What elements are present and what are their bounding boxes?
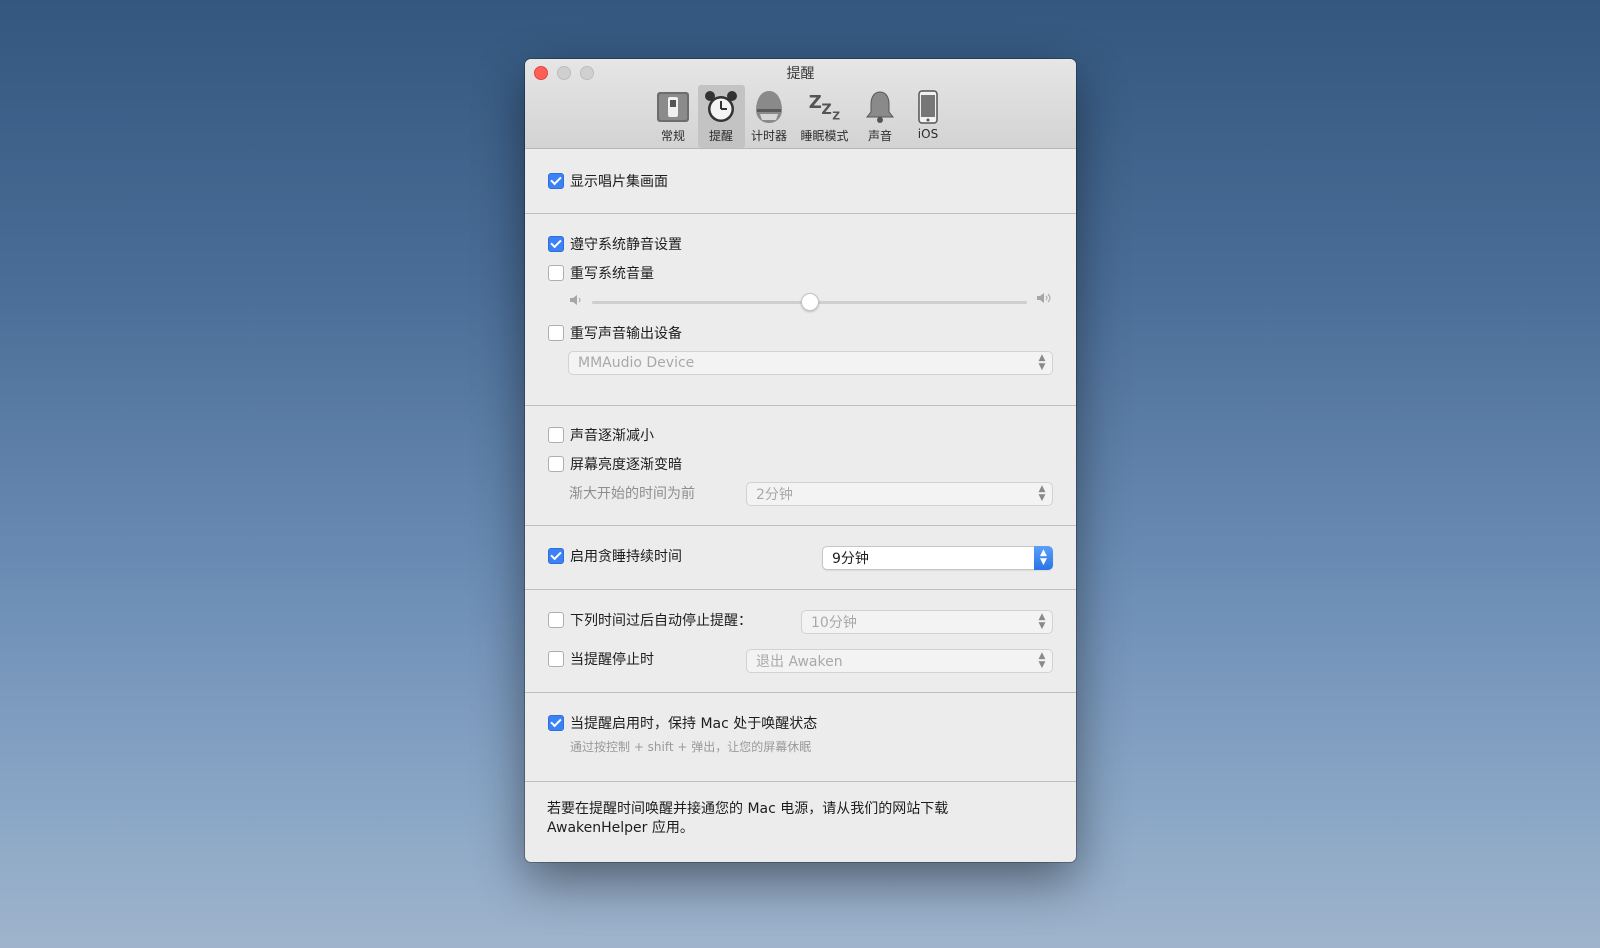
- snooze-duration-value: 9分钟: [832, 551, 869, 567]
- tab-sleep[interactable]: Z Z Z 睡眠模式: [794, 85, 856, 148]
- keep-awake-label: 当提醒启用时，保持 Mac 处于唤醒状态: [570, 716, 818, 732]
- show-album-art-row[interactable]: 显示唱片集画面: [548, 171, 668, 191]
- divider: [525, 525, 1076, 526]
- egg-timer-icon: [751, 89, 787, 125]
- tab-ios[interactable]: iOS: [905, 85, 952, 148]
- preferences-window: 提醒 常规 提醒 计时器 Z Z Z 睡眠模式 声音 iOS 显示唱片集画面 遵…: [525, 59, 1076, 862]
- tab-label: 计时器: [750, 129, 787, 143]
- on-stop-row[interactable]: 当提醒停止时: [548, 649, 654, 669]
- footer-text: 若要在提醒时间唤醒并接通您的 Mac 电源，请从我们的网站下载 AwakenHe…: [547, 801, 949, 836]
- chevron-updown-icon: ▲ ▼: [1034, 546, 1053, 570]
- zzz-icon: Z Z Z: [807, 89, 843, 125]
- fade-sound-checkbox[interactable]: [548, 427, 564, 443]
- override-output-row[interactable]: 重写声音输出设备: [548, 323, 682, 343]
- auto-stop-row[interactable]: 下列时间过后自动停止提醒：: [548, 610, 752, 630]
- respect-mute-checkbox[interactable]: [548, 236, 564, 252]
- on-stop-value: 退出 Awaken: [756, 654, 843, 670]
- window-title: 提醒: [786, 66, 815, 82]
- bell-icon: [862, 89, 898, 125]
- auto-stop-checkbox[interactable]: [548, 612, 564, 628]
- svg-text:Z: Z: [832, 110, 840, 123]
- fade-start-label: 渐大开始的时间为前: [569, 486, 695, 502]
- divider: [525, 589, 1076, 590]
- divider: [525, 213, 1076, 214]
- divider: [525, 692, 1076, 693]
- fade-start-value: 2分钟: [756, 487, 793, 503]
- output-device-value: MMAudio Device: [578, 355, 695, 371]
- divider: [525, 781, 1076, 782]
- toolbar: 常规 提醒 计时器 Z Z Z 睡眠模式 声音 iOS: [525, 85, 1076, 148]
- tab-label: 常规: [660, 129, 685, 143]
- fade-sound-label: 声音逐渐减小: [570, 428, 654, 444]
- override-volume-row[interactable]: 重写系统音量: [548, 263, 654, 283]
- tab-label: 声音: [867, 129, 892, 143]
- keep-awake-hint: 通过按控制 + shift + 弹出，让您的屏幕休眠: [570, 740, 812, 754]
- svg-text:Z: Z: [808, 92, 821, 113]
- show-album-art-label: 显示唱片集画面: [570, 174, 668, 190]
- on-stop-label: 当提醒停止时: [570, 652, 654, 668]
- override-output-label: 重写声音输出设备: [570, 326, 682, 342]
- volume-high-icon: [1036, 290, 1054, 309]
- dim-screen-row[interactable]: 屏幕亮度逐渐变暗: [548, 454, 682, 474]
- dim-screen-label: 屏幕亮度逐渐变暗: [570, 457, 682, 473]
- output-device-select[interactable]: MMAudio Device ▲ ▼: [568, 351, 1053, 375]
- override-output-checkbox[interactable]: [548, 325, 564, 341]
- divider: [525, 405, 1076, 406]
- chevron-updown-icon: ▲ ▼: [1038, 353, 1046, 372]
- on-stop-select[interactable]: 退出 Awaken ▲ ▼: [746, 649, 1053, 673]
- tab-label: iOS: [917, 127, 939, 141]
- snooze-checkbox[interactable]: [548, 548, 564, 564]
- tab-timer[interactable]: 计时器: [746, 85, 793, 148]
- tab-label: 提醒: [708, 129, 733, 143]
- switch-icon: [655, 89, 691, 125]
- respect-mute-label: 遵守系统静音设置: [570, 237, 682, 253]
- snooze-duration-select[interactable]: 9分钟 ▲ ▼: [822, 546, 1053, 570]
- auto-stop-value: 10分钟: [811, 615, 857, 631]
- auto-stop-select[interactable]: 10分钟 ▲ ▼: [801, 610, 1053, 634]
- chevron-updown-icon: ▲ ▼: [1038, 484, 1046, 503]
- show-album-art-checkbox[interactable]: [548, 173, 564, 189]
- override-volume-checkbox[interactable]: [548, 265, 564, 281]
- keep-awake-checkbox[interactable]: [548, 715, 564, 731]
- tab-sound[interactable]: 声音: [857, 85, 904, 148]
- snooze-row[interactable]: 启用贪睡持续时间: [548, 546, 682, 566]
- override-volume-label: 重写系统音量: [570, 266, 654, 282]
- auto-stop-label: 下列时间过后自动停止提醒：: [570, 613, 752, 629]
- iphone-icon: [910, 89, 946, 125]
- snooze-label: 启用贪睡持续时间: [570, 549, 682, 565]
- dim-screen-checkbox[interactable]: [548, 456, 564, 472]
- chevron-updown-icon: ▲ ▼: [1038, 612, 1046, 631]
- svg-text:Z: Z: [821, 102, 831, 118]
- chevron-updown-icon: ▲ ▼: [1038, 651, 1046, 670]
- alarm-clock-icon: [703, 89, 739, 125]
- titlebar: 提醒 常规 提醒 计时器 Z Z Z 睡眠模式 声音 iOS: [525, 59, 1076, 149]
- tab-general[interactable]: 常规: [650, 85, 697, 148]
- tab-label: 睡眠模式: [800, 129, 849, 143]
- volume-slider-knob[interactable]: [800, 293, 819, 311]
- fade-sound-row[interactable]: 声音逐渐减小: [548, 425, 654, 445]
- fade-start-select[interactable]: 2分钟 ▲ ▼: [746, 482, 1053, 506]
- tab-alarm[interactable]: 提醒: [697, 85, 745, 148]
- volume-low-icon: [569, 291, 583, 310]
- respect-mute-row[interactable]: 遵守系统静音设置: [548, 234, 682, 254]
- on-stop-checkbox[interactable]: [548, 651, 564, 667]
- keep-awake-row[interactable]: 当提醒启用时，保持 Mac 处于唤醒状态: [548, 713, 817, 733]
